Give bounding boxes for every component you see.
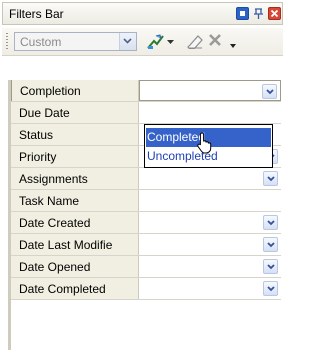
filter-row-value-cell[interactable] [139, 278, 281, 299]
filter-row-value-cell[interactable] [139, 102, 281, 123]
chevron-down-icon[interactable] [263, 281, 278, 296]
filters-toolbar: Custom [2, 28, 283, 56]
filter-row-assignments[interactable]: Assignments [11, 168, 281, 190]
filter-row-label-cell: Date Completed [11, 278, 139, 299]
filter-row-value-cell[interactable] [139, 234, 281, 255]
chevron-down-icon[interactable] [263, 237, 278, 252]
chevron-down-icon[interactable] [263, 171, 278, 186]
filter-row-completion[interactable]: Completion [11, 80, 281, 102]
window-menu-icon[interactable] [236, 7, 249, 20]
toolbar-overflow-icon[interactable] [230, 44, 236, 48]
filter-row-value-cell[interactable] [139, 256, 281, 277]
title-bar[interactable]: Filters Bar [2, 2, 283, 25]
dropdown-arrow-icon[interactable] [167, 40, 174, 44]
apply-filter-icon[interactable] [146, 33, 166, 51]
delete-icon[interactable] [208, 33, 222, 47]
chevron-down-icon[interactable] [119, 33, 136, 50]
mouse-pointer-icon [197, 132, 212, 154]
pin-icon[interactable] [252, 7, 265, 20]
filter-row-label-cell: Assignments [11, 168, 139, 189]
panel-title: Filters Bar [9, 7, 64, 21]
filter-row-date-opened[interactable]: Date Opened [11, 256, 281, 278]
filter-row-value-cell[interactable] [139, 190, 281, 211]
filter-preset-select[interactable]: Custom [14, 32, 137, 51]
filter-row-label-cell: Completion [11, 80, 139, 101]
filter-row-label-cell: Date Created [11, 212, 139, 233]
filter-row-label-cell: Status [11, 124, 139, 145]
chevron-down-icon[interactable] [262, 84, 277, 99]
filter-row-task-name[interactable]: Task Name [11, 190, 281, 212]
filter-row-label-cell: Due Date [11, 102, 139, 123]
filter-row-label-cell: Priority [11, 146, 139, 167]
filter-row-label-cell: Date Opened [11, 256, 139, 277]
filter-row-label-cell: Date Last Modifie [11, 234, 139, 255]
close-icon[interactable] [268, 7, 281, 20]
filter-preset-value: Custom [20, 35, 62, 49]
filter-row-value-cell[interactable] [139, 212, 281, 233]
eraser-icon[interactable] [186, 33, 204, 49]
filter-row-date-completed[interactable]: Date Completed [11, 278, 281, 300]
toolbar-grip[interactable] [6, 33, 8, 51]
filter-row-label-cell: Task Name [11, 190, 139, 211]
filter-row-date-last-modified[interactable]: Date Last Modifie [11, 234, 281, 256]
filter-row-date-created[interactable]: Date Created [11, 212, 281, 234]
filter-row-value-cell[interactable] [139, 168, 281, 189]
filters-bar-panel: Filters Bar Custom Completion Due Date S… [0, 0, 285, 356]
chevron-down-icon[interactable] [263, 259, 278, 274]
chevron-down-icon[interactable] [263, 215, 278, 230]
filter-row-value-cell[interactable] [139, 80, 281, 101]
filter-row-due-date[interactable]: Due Date [11, 102, 281, 124]
